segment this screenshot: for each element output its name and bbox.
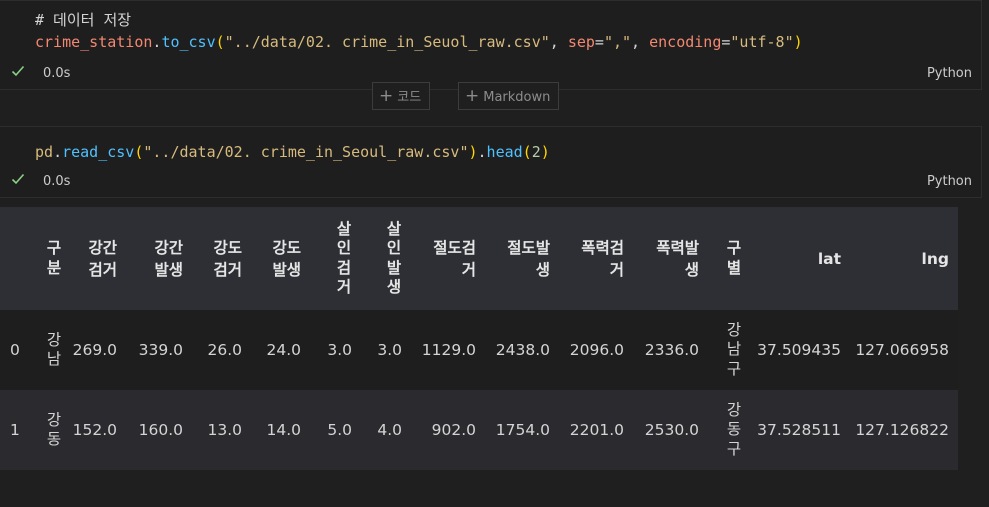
cell-language[interactable]: Python [927,174,972,189]
token-string: "utf-8" [730,33,794,51]
table-cell: 127.126822 [841,390,958,470]
table-cell: 902.0 [402,390,476,470]
code-editor[interactable]: pd.read_csv("../data/02. crime_in_Seoul_… [35,141,550,163]
table-cell: 강남구 [699,310,742,390]
check-icon [11,65,25,77]
token-function: read_csv [62,143,135,161]
column-header: 강도검거 [183,207,242,310]
table-cell: 3.0 [301,310,352,390]
code-cell-save[interactable]: # 데이터 저장 crime_station.to_csv("../data/0… [0,0,982,90]
table-cell: 14.0 [242,390,301,470]
add-markdown-cell-button[interactable]: + Markdown [458,82,560,110]
token-number: 2 [531,143,541,161]
column-header: 살인검거 [301,207,352,310]
token-variable: crime_station [35,33,153,51]
table-cell: 강동 [37,390,62,470]
table-cell: 37.509435 [742,310,841,390]
column-header: 절도발생 [476,207,550,310]
table-cell: 강동구 [699,390,742,470]
check-icon [11,173,25,185]
table-cell: 160.0 [117,390,183,470]
row-index: 1 [0,390,37,470]
column-header: 강도발생 [242,207,301,310]
table-cell: 127.066958 [841,310,958,390]
table-cell: 1754.0 [476,390,550,470]
column-header: 강간발생 [117,207,183,310]
plus-icon: + [465,86,480,106]
table-cell: 3.0 [352,310,402,390]
token-function: to_csv [161,33,216,51]
table-cell: 4.0 [352,390,402,470]
token-string: "," [603,33,632,51]
table-row: 1 강동 152.0 160.0 13.0 14.0 5.0 4.0 902.0… [0,390,958,470]
row-index: 0 [0,310,37,390]
column-header: 강간검거 [62,207,117,310]
table-cell: 152.0 [62,390,117,470]
token-comma: , [549,33,568,51]
column-header: lat [742,207,841,310]
token-paren: ) [540,143,550,161]
execution-time: 0.0s [43,66,71,81]
column-header: 구분 [37,207,62,310]
token-dot: . [53,143,63,161]
add-markdown-label: Markdown [483,90,551,105]
add-code-label: 코드 [397,90,422,105]
code-comment: # 데이터 저장 [35,11,132,29]
table-cell: 2201.0 [550,390,624,470]
dataframe-table: 구분 강간검거 강간발생 강도검거 강도발생 살인검거 살인발생 절도검거 절도… [0,207,958,470]
token-string: "../data/02. crime_in_Seoul_raw.csv" [143,143,469,161]
token-paren: ) [793,33,803,51]
table-cell: 2336.0 [624,310,699,390]
token-paren: ( [215,33,225,51]
token-function: head [486,143,523,161]
column-header: 구별 [699,207,742,310]
table-cell: 2096.0 [550,310,624,390]
cell-output: 구분 강간검거 강간발생 강도검거 강도발생 살인검거 살인발생 절도검거 절도… [0,207,958,470]
plus-icon: + [379,86,394,106]
token-module: pd [35,143,54,161]
token-paren: ) [468,143,478,161]
add-code-cell-button[interactable]: + 코드 [372,82,431,110]
table-cell: 339.0 [117,310,183,390]
column-header: 살인발생 [352,207,402,310]
token-dot: . [477,143,487,161]
column-header: lng [841,207,958,310]
table-cell: 1129.0 [402,310,476,390]
table-cell: 26.0 [183,310,242,390]
cell-status-bar: 0.0s Python [0,171,981,195]
table-cell: 13.0 [183,390,242,470]
execution-time: 0.0s [43,174,71,189]
index-header [0,207,37,310]
column-header: 절도검거 [402,207,476,310]
token-paren: ( [522,143,532,161]
code-cell-read[interactable]: pd.read_csv("../data/02. crime_in_Seoul_… [0,126,982,198]
column-header: 폭력발생 [624,207,699,310]
table-cell: 2438.0 [476,310,550,390]
code-editor[interactable]: # 데이터 저장 crime_station.to_csv("../data/0… [35,9,803,53]
token-keyword-arg: sep [567,33,595,51]
table-row: 0 강남 269.0 339.0 26.0 24.0 3.0 3.0 1129.… [0,310,958,390]
token-string: "../data/02. crime_in_Seuol_raw.csv" [224,33,550,51]
cell-language[interactable]: Python [927,66,972,81]
column-header: 폭력검거 [550,207,624,310]
token-comma: , [631,33,650,51]
table-cell: 5.0 [301,390,352,470]
table-cell: 269.0 [62,310,117,390]
table-cell: 24.0 [242,310,301,390]
table-cell: 강남 [37,310,62,390]
table-cell: 2530.0 [624,390,699,470]
token-equals: = [594,33,604,51]
table-header-row: 구분 강간검거 강간발생 강도검거 강도발생 살인검거 살인발생 절도검거 절도… [0,207,958,310]
token-keyword-arg: encoding [649,33,722,51]
table-cell: 37.528511 [742,390,841,470]
